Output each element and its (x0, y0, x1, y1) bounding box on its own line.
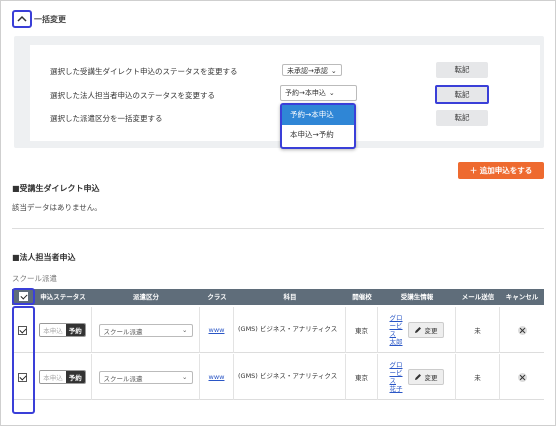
header-status: 申込ステータス (40, 293, 86, 301)
student-cell: グロービス 太郎 変更 (378, 307, 456, 353)
mail-cell: 未 (456, 307, 500, 353)
status-toggle[interactable]: 本申込 予約 (39, 323, 86, 337)
chevron-down-icon: ⌄ (182, 325, 188, 334)
chevron-down-icon: ⌄ (328, 89, 335, 97)
class-link[interactable]: www (209, 326, 225, 334)
dropdown-option-reserve-to-main[interactable]: 予約→本申込 (282, 105, 354, 125)
subject-cell: (GMS) ビジネス・アナリティクス (234, 307, 346, 353)
add-application-button[interactable]: ＋ 追加申込をする (458, 162, 544, 179)
chevron-down-icon: ⌄ (330, 67, 337, 75)
chevron-down-icon: ⌄ (182, 372, 188, 381)
dispatch-select[interactable]: スクール派遣 ⌄ (98, 370, 193, 384)
bulk-select-corporate-status[interactable]: 予約→本申込 ⌄ (280, 85, 357, 101)
subject-text: (GMS) ビジネス・アナリティクス (238, 325, 338, 334)
subject-cell: (GMS) ビジネス・アナリティクス (234, 354, 346, 400)
school-text: 東京 (355, 374, 368, 382)
school-cell: 東京 (346, 354, 378, 400)
corporate-subtitle: スクール派遣 (12, 274, 57, 283)
class-cell: www (200, 307, 234, 353)
bulk-title: 一括変更 (34, 15, 66, 24)
bulk-label-direct-status: 選択した受講生ダイレクト申込のステータスを変更する (50, 67, 238, 76)
student-cell: グロービス 花子 変更 (378, 354, 456, 400)
status-toggle[interactable]: 本申込 予約 (39, 370, 86, 384)
divider (12, 228, 544, 229)
student-link[interactable]: グロービス 太郎 (390, 314, 404, 347)
header-mail: メール送信 (461, 293, 495, 301)
bulk-label-corporate-status: 選択した法人担当者申込のステータスを変更する (50, 91, 215, 100)
bulk-apply-button-2[interactable]: 転記 (435, 85, 489, 104)
cancel-cell (500, 354, 544, 400)
row-checkbox-highlight (12, 306, 35, 414)
bulk-collapse-toggle[interactable] (12, 10, 32, 28)
direct-section-title: ■受講生ダイレクト申込 (12, 184, 100, 193)
school-text: 東京 (355, 327, 368, 335)
header-school: 開催校 (352, 293, 372, 301)
header-dispatch: 派遣区分 (133, 293, 159, 301)
direct-empty-text: 該当データはありません。 (12, 203, 102, 212)
status-dropdown-menu: 予約→本申込 本申込→予約 (280, 103, 356, 149)
status-cell: 本申込 予約 (34, 307, 92, 353)
dispatch-cell: スクール派遣 ⌄ (92, 354, 200, 400)
cancel-icon[interactable] (517, 325, 527, 335)
header-class: クラス (207, 293, 227, 301)
mail-cell: 未 (456, 354, 500, 400)
cancel-icon[interactable] (517, 372, 527, 382)
corporate-section-title: ■法人担当者申込 (12, 253, 76, 262)
select-all-highlight (12, 288, 35, 305)
header-subject: 科目 (283, 293, 297, 301)
dropdown-option-main-to-reserve[interactable]: 本申込→予約 (282, 125, 354, 145)
table-row: 本申込 予約 スクール派遣 ⌄ www (GMS) ビジネス・アナリティクス 東京 … (12, 307, 544, 353)
header-cancel: キャンセル (505, 293, 539, 301)
table-header: 申込ステータス 派遣区分 クラス 科目 開催校 受講生情報 メール送信 キャンセ… (12, 289, 544, 305)
subject-text: (GMS) ビジネス・アナリティクス (238, 372, 338, 381)
table-row: 本申込 予約 スクール派遣 ⌄ www (GMS) ビジネス・アナリティクス 東京 … (12, 354, 544, 400)
student-link[interactable]: グロービス 花子 (390, 361, 404, 394)
mail-status: 未 (474, 327, 481, 335)
dispatch-cell: スクール派遣 ⌄ (92, 307, 200, 353)
chevron-up-icon (17, 15, 27, 22)
class-link[interactable]: www (209, 373, 225, 381)
bulk-select-direct-status[interactable]: 未承認→承認 ⌄ (282, 64, 342, 76)
class-cell: www (200, 354, 234, 400)
status-cell: 本申込 予約 (34, 354, 92, 400)
header-student: 受講生情報 (400, 293, 434, 301)
mail-status: 未 (474, 374, 481, 382)
cancel-cell (500, 307, 544, 353)
pencil-icon (414, 327, 421, 333)
dispatch-select[interactable]: スクール派遣 ⌄ (98, 323, 193, 337)
bulk-apply-button-3[interactable]: 転記 (436, 110, 488, 126)
edit-student-button[interactable]: 変更 (407, 369, 444, 385)
edit-student-button[interactable]: 変更 (407, 322, 444, 338)
bulk-label-dispatch: 選択した派遣区分を一括変更する (50, 114, 163, 123)
school-cell: 東京 (346, 307, 378, 353)
pencil-icon (414, 374, 421, 380)
bulk-apply-button-1[interactable]: 転記 (436, 62, 488, 78)
